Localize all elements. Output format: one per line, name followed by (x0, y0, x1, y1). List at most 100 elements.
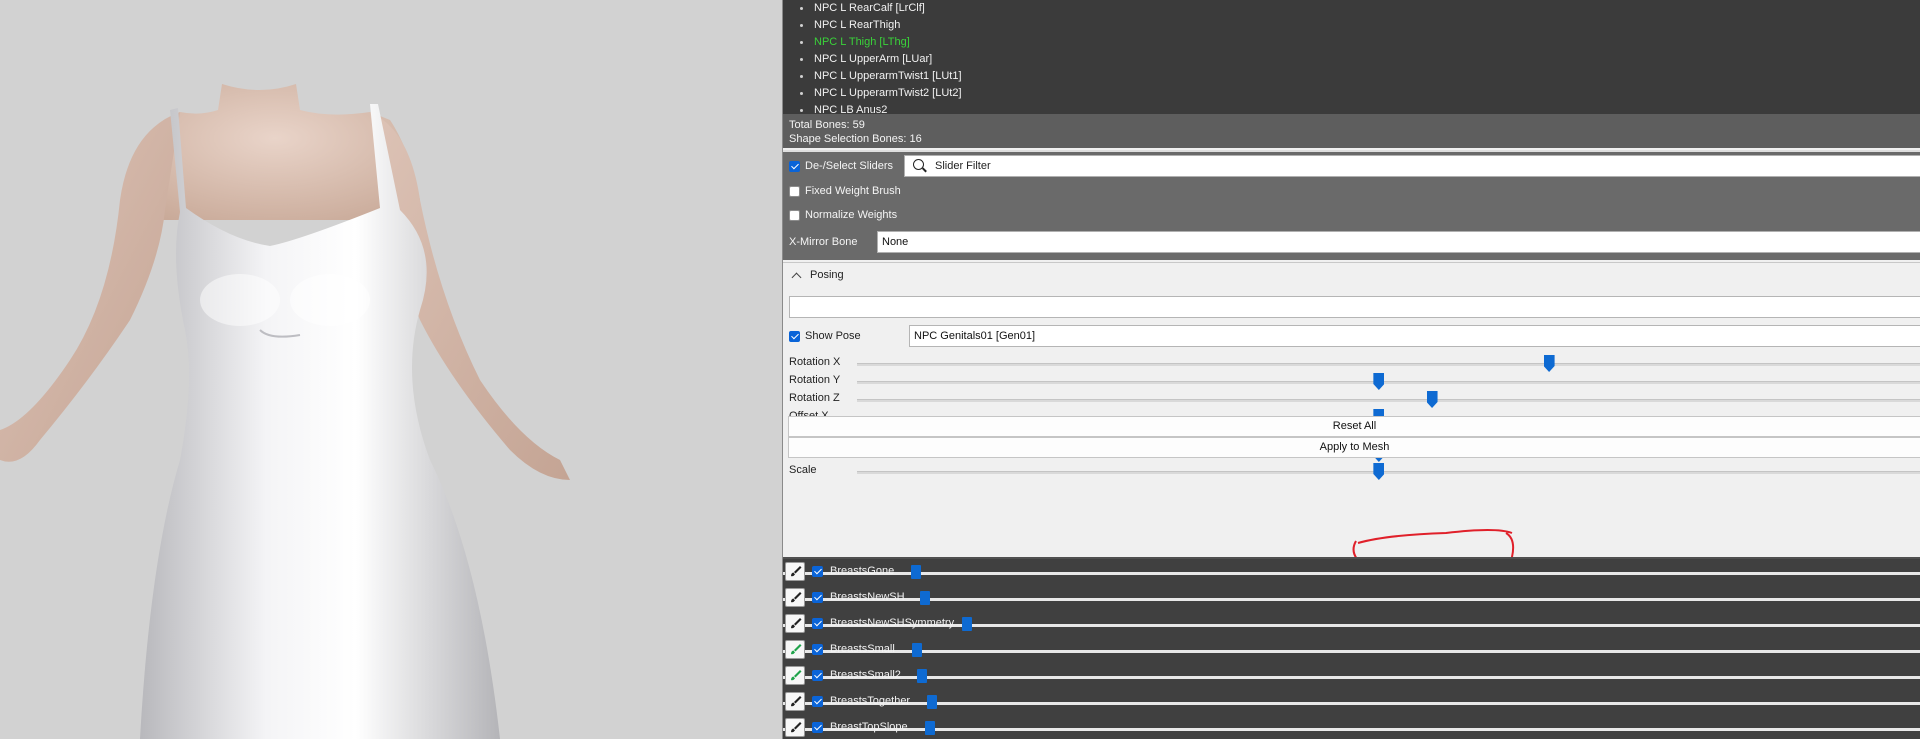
pose-slider-row: Rotation Y (789, 372, 1920, 390)
normalize-weights-label: Normalize Weights (805, 209, 898, 221)
posing-title: Posing (810, 269, 844, 281)
bone-item[interactable]: NPC L UpperarmTwist2 [LUt2] (800, 85, 962, 102)
xmirror-bone-label: X-Mirror Bone (789, 236, 858, 248)
slider-name: BreastsNewSH (830, 591, 905, 603)
pose-name-input[interactable] (789, 296, 1920, 318)
bone-item[interactable]: NPC L UpperarmTwist1 [LUt1] (800, 68, 962, 85)
pose-slider-track[interactable] (857, 471, 1920, 474)
brush-icon[interactable] (785, 562, 805, 581)
pose-slider-thumb[interactable] (1373, 373, 1385, 390)
show-pose-toggle[interactable]: Show Pose (789, 327, 861, 345)
slider-checkbox[interactable] (812, 670, 823, 681)
fixed-weight-brush-toggle[interactable]: Fixed Weight Brush (789, 182, 901, 200)
pose-slider-track[interactable] (857, 399, 1920, 402)
slider-track[interactable] (783, 572, 1920, 575)
slider-row: BreastsSmall (783, 637, 1920, 663)
3d-viewport[interactable] (0, 0, 782, 739)
pose-bone-select[interactable]: NPC Genitals01 [Gen01] (909, 325, 1920, 347)
bone-item[interactable]: NPC L RearCalf [LrClf] (800, 0, 925, 17)
slider-track[interactable] (783, 702, 1920, 705)
bone-item-selected[interactable]: NPC L Thigh [LThg] (800, 34, 910, 51)
slider-row: BreastsTogether (783, 689, 1920, 715)
posing-header[interactable]: Posing (789, 269, 844, 282)
slider-thumb[interactable] (916, 669, 927, 683)
slider-row: BreastsSmall2 (783, 663, 1920, 689)
pose-slider-label: Scale (789, 464, 817, 476)
slider-thumb[interactable] (924, 721, 935, 735)
bone-label: NPC L Thigh [LThg] (814, 36, 910, 48)
pose-slider-track[interactable] (857, 381, 1920, 384)
slider-name: BreastsTogether (830, 695, 911, 707)
pose-slider-thumb[interactable] (1543, 355, 1555, 372)
bone-item[interactable]: NPC L RearThigh (800, 17, 901, 34)
bone-stats: Total Bones: 59 Shape Selection Bones: 1… (783, 114, 1920, 148)
bone-label: NPC L UpperarmTwist1 [LUt1] (814, 70, 962, 82)
brush-icon[interactable] (785, 588, 805, 607)
slider-checkbox[interactable] (812, 696, 823, 707)
bone-item[interactable]: NPC L UpperArm [LUar] (800, 51, 933, 68)
slider-list: BreastsGone BreastsNewSH BreastsNewSHSymme… (783, 557, 1920, 739)
pose-slider-track[interactable] (857, 363, 1920, 366)
search-icon (913, 159, 927, 173)
bone-label: NPC L RearCalf [LrClf] (814, 2, 925, 14)
slider-checkbox[interactable] (812, 722, 823, 733)
slider-name: BreastsSmall2 (830, 669, 901, 681)
pose-slider-label: Rotation Y (789, 374, 841, 386)
deselect-sliders-label: De-/Select Sliders (805, 160, 894, 172)
normalize-weights-toggle[interactable]: Normalize Weights (789, 206, 897, 224)
slider-row: BreastsNewSHSymmetry (783, 611, 1920, 637)
brush-icon[interactable] (785, 692, 805, 711)
slider-thumb[interactable] (912, 643, 923, 657)
slider-thumb[interactable] (927, 695, 938, 709)
slider-filter-field[interactable] (904, 155, 1920, 177)
bone-label: NPC L UpperarmTwist2 [LUt2] (814, 87, 962, 99)
chevron-up-icon (791, 272, 802, 282)
slider-row: BreastTopSlope (783, 715, 1920, 739)
slider-thumb[interactable] (911, 565, 922, 579)
slider-checkbox[interactable] (812, 566, 823, 577)
slider-track[interactable] (783, 650, 1920, 653)
slider-checkbox[interactable] (812, 618, 823, 629)
tools-panel: NPC L RearCalf [LrClf] NPC L RearThigh N… (782, 0, 1920, 739)
posing-section: Posing Show Pose NPC Genitals01 [Gen01] … (783, 262, 1920, 557)
slider-track[interactable] (783, 676, 1920, 679)
slider-thumb[interactable] (920, 591, 931, 605)
bone-label: NPC LB Anus2 (814, 104, 888, 114)
slider-checkbox[interactable] (812, 592, 823, 603)
slider-name: BreastTopSlope (830, 721, 908, 733)
slider-filter-input[interactable] (935, 160, 1535, 172)
brush-icon[interactable] (785, 718, 805, 737)
bone-label: NPC L UpperArm [LUar] (814, 53, 933, 65)
checkbox-icon[interactable] (789, 330, 800, 342)
deselect-sliders-toggle[interactable]: De-/Select Sliders (789, 157, 893, 175)
pose-slider-thumb[interactable] (1373, 463, 1385, 480)
checkbox-icon[interactable] (789, 185, 800, 197)
fixed-weight-brush-label: Fixed Weight Brush (805, 185, 901, 197)
apply-to-mesh-button[interactable]: Apply to Mesh (788, 437, 1920, 458)
bone-list[interactable]: NPC L RearCalf [LrClf] NPC L RearThigh N… (783, 0, 1920, 114)
slider-track[interactable] (783, 598, 1920, 601)
slider-row: BreastsNewSH (783, 585, 1920, 611)
pose-slider-thumb[interactable] (1426, 391, 1438, 408)
slider-thumb[interactable] (962, 617, 973, 631)
show-pose-label: Show Pose (805, 330, 861, 342)
checkbox-icon[interactable] (789, 160, 800, 172)
bone-label: NPC L RearThigh (814, 19, 901, 31)
brush-icon[interactable] (785, 640, 805, 659)
brush-icon[interactable] (785, 614, 805, 633)
slider-checkbox[interactable] (812, 644, 823, 655)
model-preview-icon (0, 84, 570, 739)
pose-slider-label: Rotation X (789, 356, 841, 368)
selection-bones-text: Shape Selection Bones: 16 (789, 133, 922, 145)
total-bones-text: Total Bones: 59 (789, 119, 865, 131)
reset-all-button[interactable]: Reset All (788, 416, 1920, 437)
slider-track[interactable] (783, 728, 1920, 731)
pose-slider-row: Rotation X (789, 354, 1920, 372)
xmirror-bone-select[interactable]: None (877, 231, 1920, 253)
checkbox-icon[interactable] (789, 209, 800, 221)
slider-row: BreastsGone (783, 559, 1920, 585)
pose-slider-row: Rotation Z (789, 390, 1920, 408)
brush-icon[interactable] (785, 666, 805, 685)
bone-item[interactable]: NPC LB Anus2 (800, 102, 888, 114)
pose-slider-label: Rotation Z (789, 392, 840, 404)
